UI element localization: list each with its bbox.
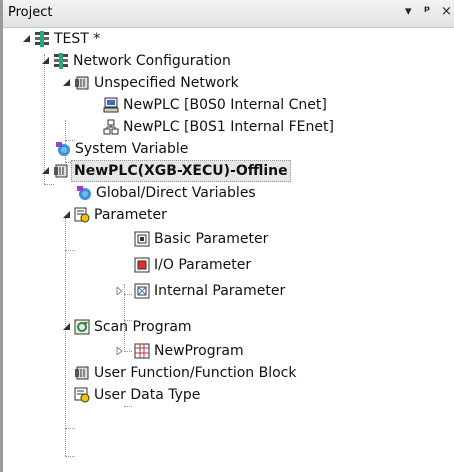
- tree-item-label: TEST *: [54, 31, 101, 47]
- tree-item-user-data-type[interactable]: User Data Type: [0, 384, 454, 406]
- expanded-arrow-icon[interactable]: [42, 50, 52, 72]
- tree-item-root[interactable]: TEST *: [0, 28, 454, 50]
- close-icon[interactable]: ×: [441, 4, 452, 19]
- data-type-icon: [74, 387, 90, 403]
- tree-item-label: NewPLC(XGB-XECU)-Offline: [71, 160, 291, 182]
- tree-item-scan-program[interactable]: Scan Program: [0, 316, 454, 338]
- tree-item-io-parameter[interactable]: I/O Parameter: [0, 254, 454, 276]
- tree-item-label: Global/Direct Variables: [96, 185, 256, 201]
- tree-item-new-program[interactable]: NewProgram: [0, 340, 454, 362]
- function-block-icon: [74, 365, 90, 381]
- expanded-arrow-icon[interactable]: [23, 28, 33, 50]
- internal-parameter-icon: [134, 283, 150, 299]
- tree-item-network-configuration[interactable]: Network Configuration: [0, 50, 454, 72]
- tree-item-label: Unspecified Network: [94, 75, 239, 91]
- tree-item-plc-cnet[interactable]: NewPLC [B0S0 Internal Cnet]: [0, 94, 454, 116]
- project-icon: [34, 31, 50, 47]
- tree-item-label: Network Configuration: [73, 53, 231, 69]
- tree-item-user-function[interactable]: User Function/Function Block: [0, 362, 454, 384]
- program-icon: [134, 343, 150, 359]
- tree-item-label: I/O Parameter: [154, 257, 252, 273]
- tree-item-plc[interactable]: NewPLC(XGB-XECU)-Offline: [0, 160, 454, 182]
- project-tree: TEST * Network Configuration Unspecified…: [0, 28, 454, 472]
- tree-item-label: System Variable: [75, 141, 189, 157]
- parameter-icon: [74, 207, 90, 223]
- expanded-arrow-icon[interactable]: [63, 316, 73, 338]
- tree-item-label: NewPLC [B0S1 Internal FEnet]: [123, 119, 334, 135]
- basic-parameter-icon: [134, 231, 150, 247]
- tree-item-global-variables[interactable]: Global/Direct Variables: [0, 182, 454, 204]
- scan-program-icon: [74, 319, 90, 335]
- expanded-arrow-icon[interactable]: [42, 160, 52, 182]
- tree-item-label: Scan Program: [94, 319, 192, 335]
- fenet-icon: [103, 119, 119, 135]
- network-config-icon: [53, 53, 69, 69]
- network-icon: [74, 75, 90, 91]
- dropdown-icon[interactable]: ▾: [405, 4, 412, 19]
- tree-item-label: User Function/Function Block: [94, 365, 297, 381]
- tree-line: [124, 406, 132, 407]
- tree-item-label: Parameter: [94, 207, 167, 223]
- tree-item-plc-fenet[interactable]: NewPLC [B0S1 Internal FEnet]: [0, 116, 454, 138]
- panel-header: Project ▾ ᵖ ×: [3, 0, 454, 28]
- tree-item-basic-parameter[interactable]: Basic Parameter: [0, 228, 454, 250]
- tree-line: [65, 428, 75, 429]
- variable-icon: [76, 185, 92, 201]
- tree-line: [65, 250, 75, 251]
- tree-item-internal-parameter[interactable]: Internal Parameter: [0, 280, 454, 302]
- tree-line: [65, 456, 75, 457]
- io-parameter-icon: [134, 257, 150, 273]
- tree-item-label: Internal Parameter: [154, 283, 286, 299]
- tree-item-unspecified-network[interactable]: Unspecified Network: [0, 72, 454, 94]
- panel-title: Project: [8, 5, 53, 20]
- collapsed-arrow-icon[interactable]: [116, 280, 126, 302]
- variable-icon: [55, 141, 71, 157]
- cnet-icon: [103, 97, 119, 113]
- plc-icon: [53, 163, 69, 179]
- tree-item-label: User Data Type: [94, 387, 201, 403]
- expanded-arrow-icon[interactable]: [63, 204, 73, 226]
- collapsed-arrow-icon[interactable]: [116, 340, 126, 362]
- tree-item-label: Basic Parameter: [154, 231, 269, 247]
- tree-item-label: NewProgram: [154, 343, 244, 359]
- tree-item-parameter[interactable]: Parameter: [0, 204, 454, 226]
- tree-item-label: NewPLC [B0S0 Internal Cnet]: [123, 97, 327, 113]
- pin-icon[interactable]: ᵖ: [424, 4, 430, 19]
- tree-item-system-variable[interactable]: System Variable: [0, 138, 454, 160]
- expanded-arrow-icon[interactable]: [63, 72, 73, 94]
